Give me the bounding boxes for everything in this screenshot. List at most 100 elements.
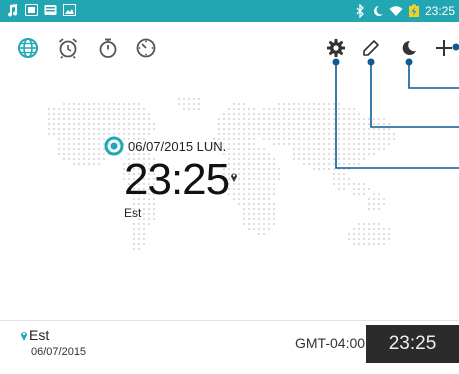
map-dot xyxy=(263,108,265,110)
map-dot xyxy=(108,133,110,135)
map-dot xyxy=(288,123,290,125)
map-dot xyxy=(93,158,95,160)
map-dot xyxy=(318,143,320,145)
map-dot xyxy=(373,203,375,205)
map-dot xyxy=(128,118,130,120)
map-dot xyxy=(268,198,270,200)
map-dot xyxy=(113,128,115,130)
map-dot xyxy=(313,118,315,120)
map-dot xyxy=(248,123,250,125)
night-mode-button[interactable] xyxy=(395,34,423,62)
map-dot xyxy=(303,143,305,145)
map-dot xyxy=(253,108,255,110)
map-dot xyxy=(93,123,95,125)
map-dot xyxy=(373,153,375,155)
map-dot xyxy=(383,138,385,140)
map-dot xyxy=(68,123,70,125)
map-dot xyxy=(58,118,60,120)
map-dot xyxy=(68,128,70,130)
map-dot xyxy=(353,163,355,165)
map-dot xyxy=(348,133,350,135)
map-dot xyxy=(348,113,350,115)
map-dot xyxy=(338,183,340,185)
map-dot xyxy=(323,163,325,165)
stopwatch-tab[interactable] xyxy=(94,34,122,62)
map-dot xyxy=(128,123,130,125)
map-dot xyxy=(243,108,245,110)
timer-tab[interactable] xyxy=(132,34,160,62)
world-clock-tab[interactable] xyxy=(14,34,42,62)
map-dot xyxy=(73,113,75,115)
map-dot xyxy=(333,113,335,115)
toolbar xyxy=(0,22,459,74)
map-dot xyxy=(78,113,80,115)
map-dot xyxy=(288,128,290,130)
map-dot xyxy=(333,183,335,185)
map-dot xyxy=(138,248,140,250)
alarm-tab[interactable] xyxy=(54,34,82,62)
map-dot xyxy=(238,108,240,110)
settings-button[interactable] xyxy=(322,34,350,62)
map-dot xyxy=(248,133,250,135)
map-dot xyxy=(348,118,350,120)
map-dot xyxy=(118,118,120,120)
map-dot xyxy=(258,128,260,130)
map-dot xyxy=(308,108,310,110)
map-dot xyxy=(193,103,195,105)
map-dot xyxy=(98,158,100,160)
map-dot xyxy=(133,228,135,230)
map-dot xyxy=(233,133,235,135)
map-dot xyxy=(268,178,270,180)
map-dot xyxy=(103,118,105,120)
map-dot xyxy=(63,148,65,150)
map-dot xyxy=(363,188,365,190)
map-dot xyxy=(328,138,330,140)
map-dot xyxy=(393,138,395,140)
map-dot xyxy=(383,128,385,130)
map-dot xyxy=(378,118,380,120)
map-dot xyxy=(273,163,275,165)
map-dot xyxy=(138,238,140,240)
map-dot xyxy=(238,103,240,105)
map-dot xyxy=(363,238,365,240)
map-dot xyxy=(333,153,335,155)
map-dot xyxy=(338,133,340,135)
map-dot xyxy=(283,123,285,125)
map-dot xyxy=(293,123,295,125)
map-dot xyxy=(343,158,345,160)
map-dot xyxy=(283,118,285,120)
city-list-row[interactable]: Est 06/07/2015 GMT-04:00 23:25 xyxy=(0,321,459,374)
map-dot xyxy=(153,128,155,130)
map-dot xyxy=(138,123,140,125)
map-dot xyxy=(63,133,65,135)
map-dot xyxy=(268,153,270,155)
map-dot xyxy=(133,108,135,110)
map-dot xyxy=(338,158,340,160)
map-dot xyxy=(378,223,380,225)
map-dot xyxy=(343,123,345,125)
map-dot xyxy=(313,158,315,160)
map-dot xyxy=(368,238,370,240)
map-dot xyxy=(78,143,80,145)
map-dot xyxy=(148,128,150,130)
map-dot xyxy=(298,118,300,120)
map-dot xyxy=(228,108,230,110)
map-dot xyxy=(288,103,290,105)
map-dot xyxy=(318,168,320,170)
map-dot xyxy=(53,128,55,130)
map-dot xyxy=(388,238,390,240)
map-dot xyxy=(123,118,125,120)
map-dot xyxy=(53,113,55,115)
map-dot xyxy=(378,203,380,205)
add-city-button[interactable] xyxy=(430,34,458,62)
map-dot xyxy=(88,133,90,135)
map-dot xyxy=(353,193,355,195)
map-dot xyxy=(268,113,270,115)
map-dot xyxy=(143,228,145,230)
map-dot xyxy=(273,213,275,215)
edit-button[interactable] xyxy=(357,34,385,62)
map-dot xyxy=(183,98,185,100)
map-dot xyxy=(223,128,225,130)
map-dot xyxy=(333,143,335,145)
settings-icon xyxy=(327,39,345,57)
